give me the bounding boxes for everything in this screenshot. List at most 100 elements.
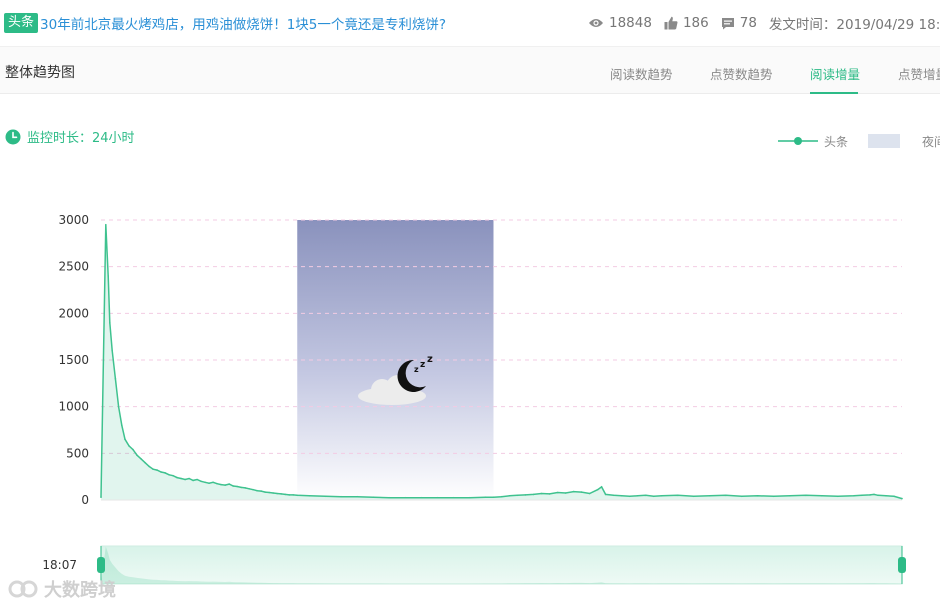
chart-legend: 头条 夜间 xyxy=(778,133,940,149)
data-point xyxy=(773,495,775,498)
tab-read-increment[interactable]: 阅读增量 xyxy=(810,64,860,83)
watermark-logo xyxy=(8,580,38,598)
data-point xyxy=(356,495,359,498)
data-point xyxy=(204,481,206,484)
data-point xyxy=(220,483,222,486)
tab-like-trend[interactable]: 点赞数趋势 xyxy=(710,64,773,83)
legend-series-label[interactable]: 头条 xyxy=(824,133,848,150)
data-point xyxy=(861,494,863,497)
views-stat: 18848 xyxy=(588,15,652,31)
data-point xyxy=(152,468,154,471)
data-point xyxy=(240,486,242,489)
y-tick-label: 3000 xyxy=(58,213,89,227)
data-point xyxy=(540,492,543,495)
data-point xyxy=(484,496,487,499)
data-point xyxy=(452,496,455,499)
data-point xyxy=(837,495,839,498)
data-point xyxy=(789,495,791,497)
data-point xyxy=(224,484,226,486)
data-point xyxy=(168,474,170,476)
data-point xyxy=(877,494,879,497)
data-point xyxy=(228,483,230,485)
time-range-slider[interactable] xyxy=(97,545,906,585)
legend-night-swatch[interactable] xyxy=(868,134,901,148)
data-point xyxy=(114,377,117,380)
article-stats: 18848 186 78 发文时间：2019/04/29 18:00 xyxy=(588,0,940,46)
article-header: 头条 30年前北京最火烤鸡店，用鸡油做烧饼！1块5一个竟还是专利烧饼? 1884… xyxy=(0,0,940,46)
data-point xyxy=(144,461,146,464)
data-point xyxy=(196,478,198,481)
y-tick-label: 2000 xyxy=(58,306,89,320)
data-point xyxy=(580,491,583,493)
data-point xyxy=(893,495,895,498)
watermark-text: 大数跨境 xyxy=(44,580,116,601)
data-point xyxy=(296,494,299,497)
data-point xyxy=(180,477,182,480)
publish-time: 发文时间：2019/04/29 18:00 xyxy=(768,17,940,33)
data-point xyxy=(588,492,591,495)
monitor-duration: 监控时长：24小时 xyxy=(5,127,135,146)
data-point xyxy=(188,477,190,480)
likes-count: 186 xyxy=(682,15,709,31)
data-point xyxy=(596,488,599,491)
data-point xyxy=(564,492,567,494)
series-area xyxy=(101,224,902,500)
data-point xyxy=(524,494,527,496)
data-point xyxy=(252,488,254,491)
data-point xyxy=(148,465,150,468)
data-point xyxy=(216,482,218,485)
data-point xyxy=(160,471,162,473)
data-point xyxy=(132,448,134,451)
slider-track[interactable] xyxy=(100,545,903,585)
data-point xyxy=(208,482,210,485)
data-point xyxy=(628,495,631,498)
likes-stat: 186 xyxy=(664,15,709,31)
slider-start-handle[interactable] xyxy=(97,557,105,573)
data-point xyxy=(244,487,246,489)
slider-end-handle[interactable] xyxy=(898,557,906,573)
data-point xyxy=(853,495,855,497)
data-point xyxy=(308,495,311,497)
data-point xyxy=(572,490,575,493)
data-point xyxy=(660,495,663,497)
legend-night-label[interactable]: 夜间 xyxy=(922,133,940,150)
article-title-link[interactable]: 30年前北京最火烤鸡店，用鸡油做烧饼！1块5一个竟还是专利烧饼? xyxy=(40,13,446,33)
data-point xyxy=(500,495,503,498)
series-line xyxy=(100,224,903,500)
data-point xyxy=(109,321,111,324)
data-point xyxy=(600,486,603,488)
data-point xyxy=(156,469,158,471)
data-point xyxy=(548,493,551,495)
data-point xyxy=(821,495,823,497)
data-point xyxy=(324,495,327,498)
tab-like-increment[interactable]: 点赞增量 xyxy=(898,64,940,83)
chart-gridlines xyxy=(101,219,902,454)
series-points xyxy=(100,223,903,500)
y-tick-label: 2500 xyxy=(58,260,89,274)
data-point xyxy=(256,489,259,492)
data-point xyxy=(692,495,695,498)
data-point xyxy=(184,478,186,481)
legend-series-marker[interactable] xyxy=(778,133,818,149)
data-point xyxy=(136,454,138,457)
clock-icon xyxy=(5,129,21,144)
read-increment-chart: 0 500 1000 1500 2000 2500 3000 z z z 18:07 xyxy=(42,213,906,585)
data-point xyxy=(200,480,202,483)
data-point xyxy=(172,474,174,477)
active-tab-indicator xyxy=(810,92,858,94)
svg-text:z: z xyxy=(427,354,433,365)
svg-text:z: z xyxy=(414,365,419,374)
data-point xyxy=(264,491,267,493)
y-tick-label: 500 xyxy=(66,446,89,460)
thumbs-up-icon xyxy=(664,16,678,30)
platform-tag: 头条 xyxy=(4,13,39,33)
data-point xyxy=(260,490,263,492)
tab-read-trend[interactable]: 阅读数趋势 xyxy=(610,64,673,83)
page-root: 头条 30年前北京最火烤鸡店，用鸡油做烧饼！1块5一个竟还是专利烧饼? 1884… xyxy=(0,0,940,606)
data-point xyxy=(676,494,679,497)
data-point xyxy=(873,493,875,496)
slider-start-time: 18:07 xyxy=(42,558,77,572)
eye-icon xyxy=(589,19,603,27)
data-point xyxy=(140,458,142,460)
data-point xyxy=(121,424,123,427)
